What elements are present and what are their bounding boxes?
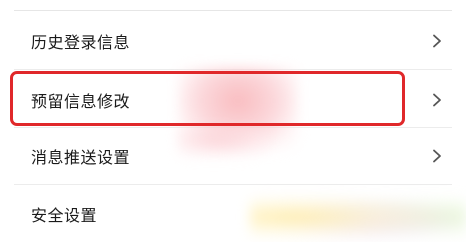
top-divider (14, 10, 452, 11)
chevron-right-icon (430, 93, 444, 107)
menu-item-label: 消息推送设置 (31, 148, 131, 167)
menu-item-security-settings[interactable]: 安全设置 (0, 189, 466, 239)
row-divider (14, 127, 452, 128)
menu-item-login-history[interactable]: 历史登录信息 (0, 16, 466, 66)
menu-item-label: 预留信息修改 (31, 92, 131, 111)
row-divider (14, 69, 452, 70)
menu-item-push-settings[interactable]: 消息推送设置 (0, 131, 466, 181)
row-divider (14, 184, 452, 185)
menu-item-reserved-info[interactable]: 预留信息修改 (0, 75, 466, 125)
menu-item-label: 历史登录信息 (31, 33, 131, 52)
settings-list: 历史登录信息 预留信息修改 消息推送设置 安全设置 (0, 0, 466, 242)
chevron-right-icon (430, 149, 444, 163)
chevron-right-icon (430, 34, 444, 48)
menu-item-label: 安全设置 (31, 206, 98, 225)
